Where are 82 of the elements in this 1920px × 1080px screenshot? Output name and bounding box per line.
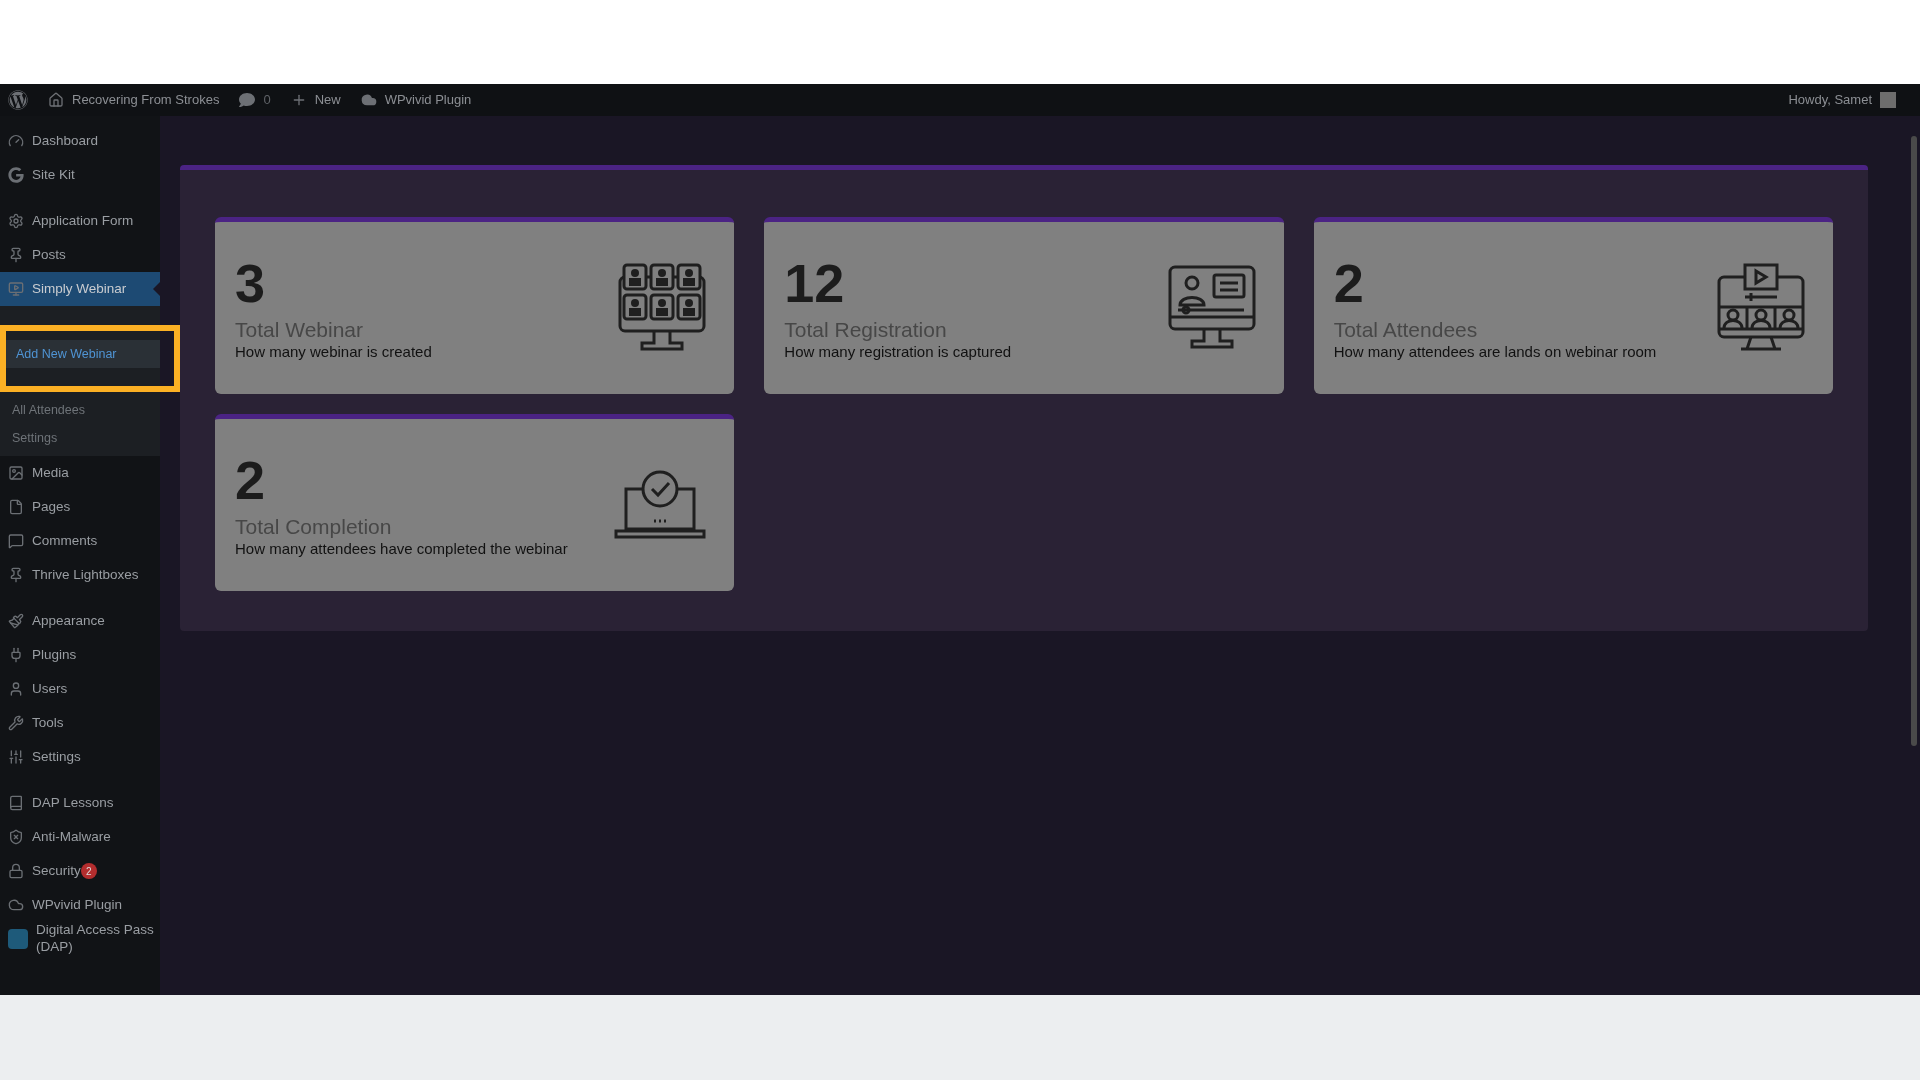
laptop-check-icon — [614, 469, 707, 541]
sidebar-label: Security — [32, 862, 81, 880]
stat-title: Total Registration — [784, 317, 948, 344]
sidebar-item[interactable]: Site Kit — [0, 158, 160, 192]
sidebar-item[interactable]: Tools — [0, 706, 160, 740]
cloud-icon — [360, 92, 377, 108]
stat-value: 3 — [235, 253, 267, 314]
stat-value: 12 — [784, 253, 846, 314]
sidebar-label: Comments — [32, 532, 98, 550]
page-icon — [8, 499, 24, 515]
sidebar-label: Anti-Malware — [32, 828, 111, 846]
sidebar-label: Site Kit — [32, 166, 75, 184]
sidebar-label: Settings — [32, 748, 81, 766]
site-name-link[interactable]: Recovering From Strokes — [72, 90, 220, 110]
wrench-icon — [8, 715, 24, 731]
sidebar-item[interactable]: DAP Lessons — [0, 786, 160, 820]
sidebar-item[interactable]: Digital Access Pass (DAP) — [0, 922, 160, 956]
sidebar-item[interactable]: Dashboard — [0, 124, 160, 158]
sidebar-label: Application Form — [32, 212, 134, 230]
sliders-icon — [8, 749, 24, 765]
count-badge: 2 — [80, 863, 97, 879]
stat-description: How many webinar is created — [235, 343, 432, 363]
sidebar-item[interactable]: Comments — [0, 524, 160, 558]
speech-bubble-icon — [8, 533, 24, 549]
gauge-icon — [8, 133, 24, 149]
new-link[interactable]: New — [314, 90, 341, 110]
stat-description: How many attendees are lands on webinar room — [1333, 343, 1657, 363]
comment-icon — [239, 92, 256, 108]
plug-icon — [8, 647, 24, 663]
sidebar-item[interactable]: WPvivid Plugin — [0, 888, 160, 922]
sidebar-label: Dashboard — [32, 132, 99, 150]
user-icon — [8, 681, 24, 697]
stat-value: 2 — [235, 450, 267, 511]
sidebar-item[interactable]: Pages — [0, 490, 160, 524]
sidebar-item[interactable]: Settings — [0, 740, 160, 774]
greeting-link[interactable]: Howdy, Samet — [1788, 90, 1872, 110]
home-icon — [48, 92, 64, 108]
cloud-icon — [8, 897, 24, 913]
sidebar-label: Users — [32, 680, 68, 698]
sidebar-label: WPvivid Plugin — [32, 896, 123, 914]
video-grid-monitor-icon — [618, 263, 707, 353]
sidebar-item[interactable]: Posts — [0, 238, 160, 272]
stat-title: Total Webinar — [235, 317, 364, 344]
book-icon — [8, 795, 24, 811]
sidebar-item[interactable]: Users — [0, 672, 160, 706]
sidebar-item[interactable]: Security 2 — [0, 854, 160, 888]
gear-icon — [8, 213, 24, 229]
sidebar-label: Plugins — [32, 646, 77, 664]
sidebar-label: Simply Webinar — [32, 280, 127, 298]
pin-icon — [8, 247, 24, 263]
sidebar-item[interactable]: Media — [0, 456, 160, 490]
shield-icon — [8, 829, 24, 845]
monitor-icon — [8, 281, 24, 297]
wordpress-logo-icon[interactable] — [8, 90, 28, 110]
stat-title: Total Completion — [235, 514, 393, 541]
sidebar-item[interactable]: Anti-Malware — [0, 820, 160, 854]
stat-value: 2 — [1333, 253, 1365, 314]
sidebar-label: Digital Access Pass (DAP) — [36, 922, 155, 956]
submenu-item[interactable]: All Attendees — [0, 396, 160, 424]
sidebar-label: Media — [32, 464, 69, 482]
sidebar-label: Thrive Lightboxes — [32, 566, 139, 584]
monitor-video-call-icon — [1717, 263, 1805, 353]
sidebar-item[interactable]: Plugins — [0, 638, 160, 672]
sidebar-label: Appearance — [32, 612, 105, 630]
sidebar-label: Tools — [32, 714, 64, 732]
plugin-link[interactable]: WPvivid Plugin — [384, 90, 472, 110]
google-g-icon — [8, 167, 24, 183]
image-icon — [8, 465, 24, 481]
lock-icon — [8, 863, 24, 879]
pin-icon — [8, 567, 24, 583]
scrollbar[interactable] — [1908, 116, 1920, 995]
sidebar-label: DAP Lessons — [32, 794, 114, 812]
sidebar-label: Pages — [32, 498, 71, 516]
sidebar-item[interactable]: Appearance — [0, 604, 160, 638]
sidebar-item[interactable]: Simply Webinar — [0, 272, 160, 306]
paintbrush-icon — [8, 613, 24, 629]
stat-title: Total Attendees — [1333, 317, 1479, 344]
stat-description: How many attendees have completed the webinar — [235, 540, 568, 560]
sidebar-item[interactable]: Thrive Lightboxes — [0, 558, 160, 592]
stat-description: How many registration is captured — [784, 343, 1012, 363]
sidebar-item[interactable]: Application Form — [0, 204, 160, 238]
sidebar-label: Posts — [32, 246, 66, 264]
